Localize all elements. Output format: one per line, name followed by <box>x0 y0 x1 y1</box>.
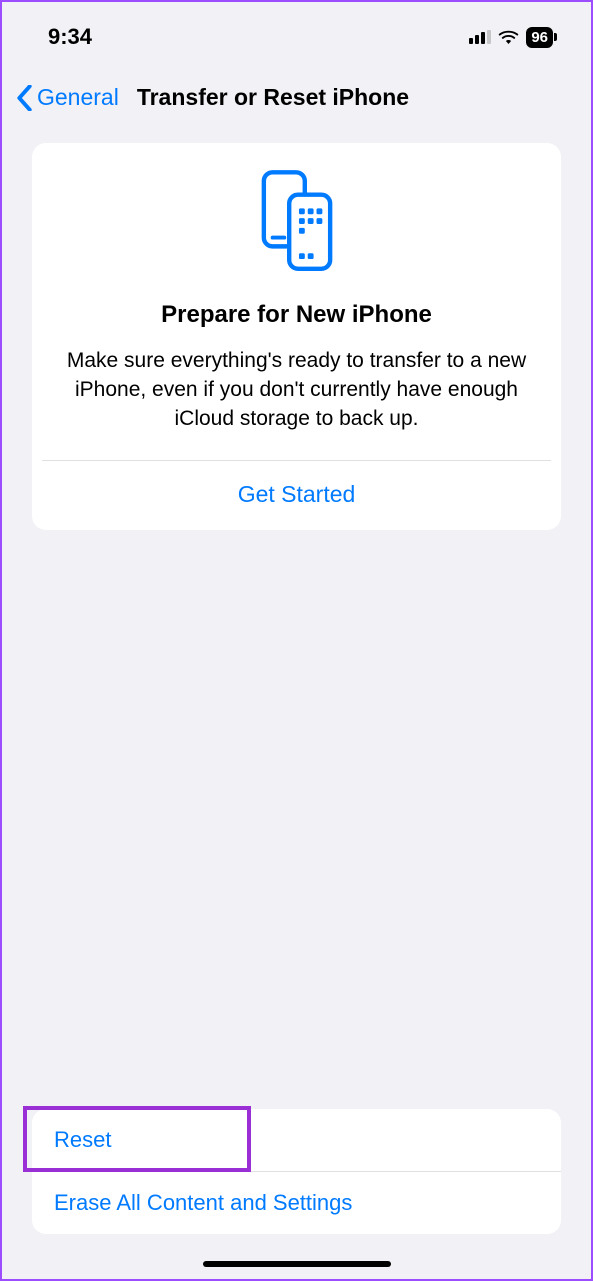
get-started-button[interactable]: Get Started <box>32 461 561 530</box>
back-chevron-icon[interactable] <box>16 85 33 111</box>
card-description: Make sure everything's ready to transfer… <box>50 347 543 434</box>
card-title: Prepare for New iPhone <box>50 301 543 329</box>
erase-all-button[interactable]: Erase All Content and Settings <box>32 1172 561 1234</box>
reset-button[interactable]: Reset <box>32 1109 561 1171</box>
prepare-card: Prepare for New iPhone Make sure everyth… <box>32 143 561 530</box>
wifi-icon <box>498 29 519 45</box>
actions-list: Reset Erase All Content and Settings <box>32 1109 561 1234</box>
home-indicator[interactable] <box>203 1261 391 1267</box>
navigation-bar: General Transfer or Reset iPhone <box>2 62 591 131</box>
status-time: 9:34 <box>48 24 92 50</box>
back-button[interactable]: General <box>37 84 119 111</box>
status-indicators: 96 <box>469 27 553 48</box>
two-phones-icon <box>258 169 336 275</box>
battery-level-icon: 96 <box>526 27 553 48</box>
status-bar: 9:34 96 <box>2 2 591 62</box>
page-title: Transfer or Reset iPhone <box>137 84 409 111</box>
cellular-signal-icon <box>469 30 491 44</box>
